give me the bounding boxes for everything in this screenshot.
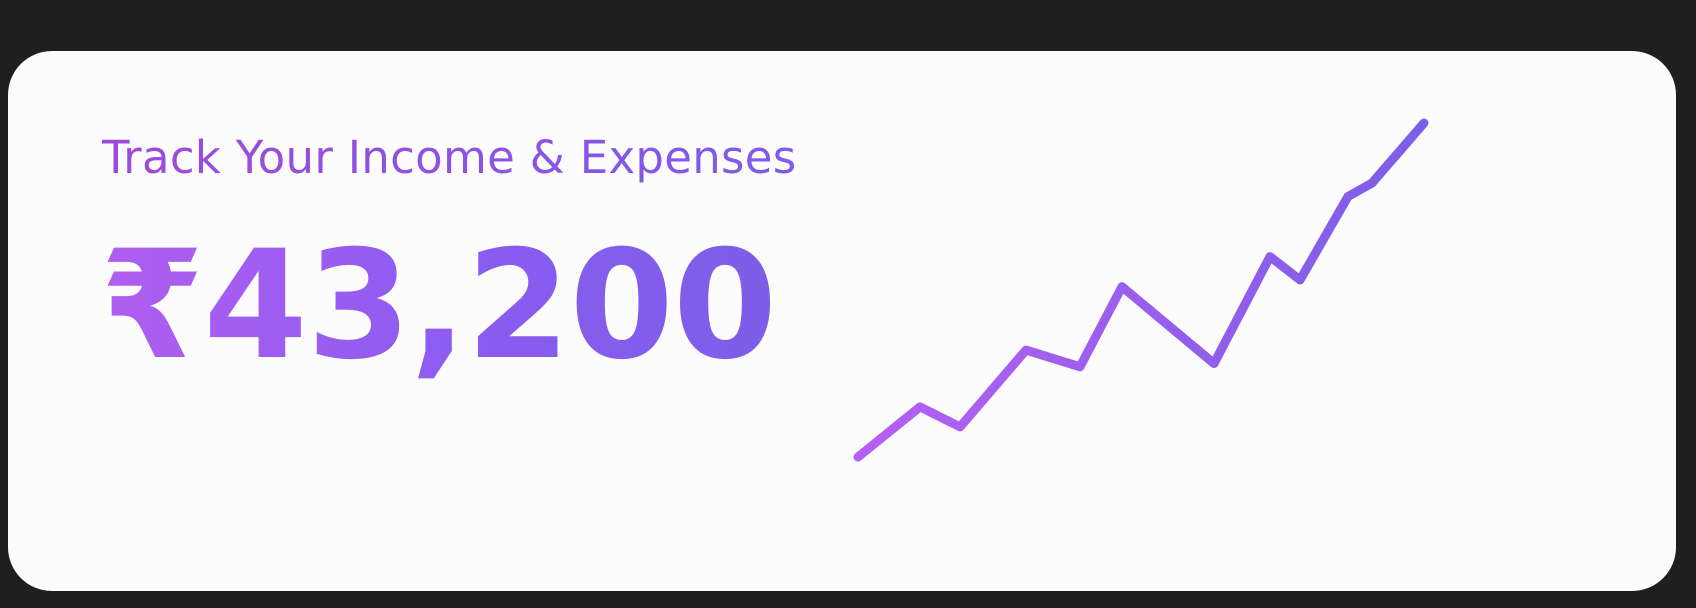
trend-line [853, 118, 1429, 462]
trend-sparkline [853, 118, 1429, 462]
income-card: Track Your Income & Expenses ₹43,200 [8, 51, 1676, 591]
